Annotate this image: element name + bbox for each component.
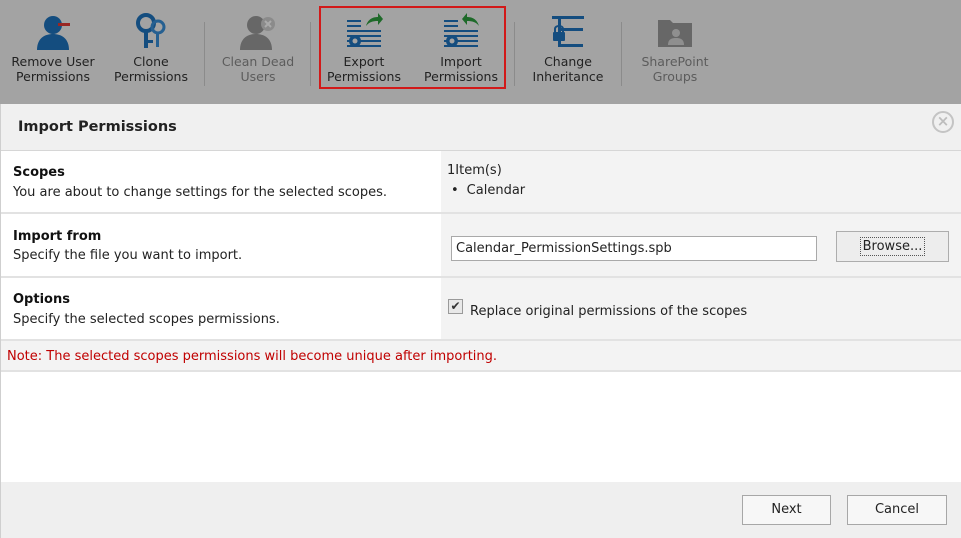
browse-button[interactable]: Browse... xyxy=(836,231,949,262)
browse-button-label: Browse... xyxy=(859,237,926,256)
scopes-description: You are about to change settings for the… xyxy=(13,185,387,200)
scope-count: 1Item(s) xyxy=(447,163,502,178)
close-icon[interactable]: × xyxy=(932,111,954,133)
options-label-cell: Options Specify the selected scopes perm… xyxy=(1,278,441,339)
import-from-title: Import from xyxy=(13,229,102,244)
options-value-cell: ✔ Replace original permissions of the sc… xyxy=(441,278,961,339)
scopes-row: Scopes You are about to change settings … xyxy=(1,151,961,214)
dialog-header: Import Permissions × xyxy=(1,104,961,151)
file-path-input[interactable] xyxy=(451,236,817,261)
next-button[interactable]: Next xyxy=(742,495,831,525)
import-from-description: Specify the file you want to import. xyxy=(13,248,243,263)
replace-permissions-label: Replace original permissions of the scop… xyxy=(470,304,748,319)
scopes-label-cell: Scopes You are about to change settings … xyxy=(1,151,441,212)
import-from-row: Import from Specify the file you want to… xyxy=(1,214,961,278)
options-title: Options xyxy=(13,292,70,307)
scopes-value-cell: 1Item(s) • Calendar xyxy=(441,151,961,212)
options-row: Options Specify the selected scopes perm… xyxy=(1,278,961,341)
bullet-icon: • xyxy=(451,183,459,198)
highlight-box xyxy=(319,6,506,89)
scope-list-item: • Calendar xyxy=(451,183,525,198)
replace-permissions-checkbox[interactable]: ✔ xyxy=(448,299,463,314)
scopes-title: Scopes xyxy=(13,165,65,180)
import-from-value-cell: Browse... xyxy=(441,214,961,276)
ribbon-toolbar: Remove User Permissions Clone Permission… xyxy=(0,0,961,104)
import-permissions-dialog: Import Permissions × Scopes You are abou… xyxy=(0,104,961,538)
scope-item-label: Calendar xyxy=(466,183,526,198)
dialog-title: Import Permissions xyxy=(18,119,177,135)
options-description: Specify the selected scopes permissions. xyxy=(13,312,280,327)
note-text: Note: The selected scopes permissions wi… xyxy=(7,349,498,364)
cancel-button[interactable]: Cancel xyxy=(847,495,947,525)
note-row: Note: The selected scopes permissions wi… xyxy=(1,341,961,372)
dialog-footer: Next Cancel xyxy=(1,482,961,538)
import-from-label-cell: Import from Specify the file you want to… xyxy=(1,214,441,276)
